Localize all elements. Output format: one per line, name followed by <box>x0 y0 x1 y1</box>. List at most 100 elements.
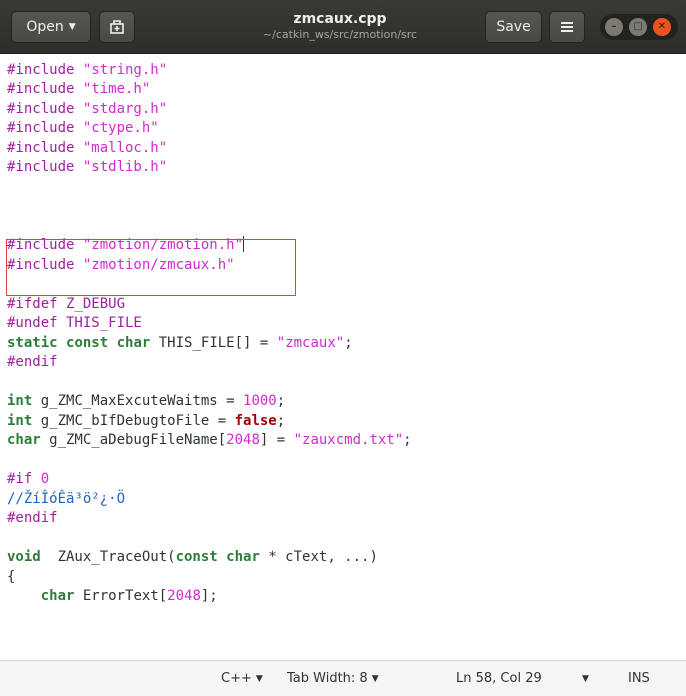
code-text[interactable]: #include "stdio.h"#include "string.h"#in… <box>7 54 412 607</box>
code-token: g_ZMC_bIfDebugtoFile = <box>32 412 235 429</box>
code-line[interactable]: #include "stdarg.h" <box>7 100 412 120</box>
code-line[interactable] <box>7 275 412 295</box>
code-token: int <box>7 393 33 409</box>
code-line[interactable]: { <box>7 568 412 588</box>
code-token: char <box>116 334 151 351</box>
code-token: static <box>7 334 58 351</box>
window-controls: – □ ✕ <box>600 14 678 40</box>
code-line[interactable]: #include "ctype.h" <box>7 119 412 139</box>
code-token: { <box>7 568 16 585</box>
hamburger-menu-icon <box>561 22 573 32</box>
code-line[interactable] <box>7 217 412 237</box>
language-label: C++ <box>221 671 252 686</box>
code-token: #include <box>7 54 83 58</box>
code-line[interactable]: #if 0 <box>7 470 412 490</box>
code-token: "string.h" <box>82 61 168 78</box>
code-token: "zmotion/zmcaux.h" <box>82 256 235 273</box>
chevron-down-icon[interactable]: ▼ <box>578 671 589 686</box>
code-token: ; <box>276 412 286 429</box>
code-line[interactable] <box>7 529 412 549</box>
insert-mode: INS <box>628 671 650 686</box>
code-line[interactable]: #include "zmotion/zmcaux.h" <box>7 256 412 276</box>
menu-button[interactable] <box>549 11 585 43</box>
code-line[interactable]: //ŽíÎóÊä³ö²¿·Ö <box>7 490 412 510</box>
code-line[interactable]: #endif <box>7 353 412 373</box>
tab-width-selector[interactable]: Tab Width: 8 ▼ <box>287 671 379 686</box>
code-token: #endif <box>7 510 58 526</box>
chevron-down-icon: ▼ <box>255 674 263 684</box>
code-token: #include <box>7 139 83 156</box>
cursor-position[interactable]: Ln 58, Col 29 <box>456 671 542 686</box>
code-line[interactable]: void ZAux_TraceOut(const char * cText, .… <box>7 548 412 568</box>
header-bar: Open ▼ zmcaux.cpp ~/catkin_ws/src/zmotio… <box>0 0 686 54</box>
code-line[interactable] <box>7 451 412 471</box>
code-line[interactable]: #undef THIS_FILE <box>7 314 412 334</box>
open-button-label: Open <box>26 19 64 35</box>
code-line[interactable] <box>7 197 412 217</box>
code-line[interactable]: char g_ZMC_aDebugFileName[2048] = "zauxc… <box>7 431 412 451</box>
code-line[interactable]: #include "string.h" <box>7 61 412 81</box>
code-token: "zmotion/zmotion.h" <box>82 237 244 253</box>
code-token: "zauxcmd.txt" <box>293 432 404 448</box>
code-line[interactable]: int g_ZMC_bIfDebugtoFile = false; <box>7 412 412 432</box>
code-token: const <box>66 334 109 351</box>
code-token: int <box>7 412 33 429</box>
code-token: ; <box>344 334 353 351</box>
maximize-icon[interactable]: □ <box>629 18 647 36</box>
new-tab-icon <box>110 20 124 34</box>
code-line[interactable]: #endif <box>7 509 412 529</box>
chevron-down-icon: ▼ <box>68 22 76 32</box>
tab-width-label: Tab Width: 8 <box>287 671 368 686</box>
code-token: #if <box>7 471 41 487</box>
code-token: #undef THIS_FILE <box>7 315 142 331</box>
code-line[interactable]: char ErrorText[2048]; <box>7 587 412 607</box>
code-token: ZAux_TraceOut( <box>40 549 176 565</box>
window-title: zmcaux.cpp <box>293 11 387 27</box>
open-button[interactable]: Open ▼ <box>11 11 91 43</box>
code-editor[interactable]: #include "stdio.h"#include "string.h"#in… <box>0 54 686 660</box>
code-line[interactable] <box>7 373 412 393</box>
code-token: #endif <box>7 354 58 370</box>
code-token: "zmcaux" <box>276 334 345 351</box>
code-token: "ctype.h" <box>82 120 159 136</box>
code-line[interactable]: #include "time.h" <box>7 80 412 100</box>
status-bar: C++ ▼ Tab Width: 8 ▼ Ln 58, Col 29 ▼ INS <box>0 660 686 696</box>
window-title-area: zmcaux.cpp ~/catkin_ws/src/zmotion/src <box>200 10 480 42</box>
language-selector[interactable]: C++ ▼ <box>221 671 263 686</box>
code-line[interactable]: #include "zmotion/zmotion.h" <box>7 236 412 256</box>
code-token: g_ZMC_aDebugFileName[ <box>40 432 227 448</box>
code-token: #include <box>7 256 83 273</box>
close-icon[interactable]: ✕ <box>653 18 671 36</box>
code-token: char <box>40 588 75 604</box>
code-token: false <box>234 412 277 429</box>
code-token: "time.h" <box>82 81 151 97</box>
code-token: ErrorText[ <box>74 588 168 604</box>
code-token: "stdlib.h" <box>82 159 168 175</box>
code-token: char <box>226 549 260 565</box>
code-token: #include <box>7 100 83 117</box>
code-token: 1000 <box>243 393 277 409</box>
code-token: const <box>175 549 218 565</box>
code-line[interactable]: #include "stdlib.h" <box>7 158 412 178</box>
code-token: #ifdef Z_DEBUG <box>7 295 126 312</box>
code-line[interactable]: static const char THIS_FILE[] = "zmcaux"… <box>7 334 412 354</box>
minimize-icon[interactable]: – <box>605 18 623 36</box>
code-line[interactable]: #include "malloc.h" <box>7 139 412 159</box>
code-token: //ŽíÎóÊä³ö²¿·Ö <box>7 490 126 507</box>
code-line[interactable]: int g_ZMC_MaxExcuteWaitms = 1000; <box>7 392 412 412</box>
code-token: ; <box>276 393 286 409</box>
code-line[interactable] <box>7 178 412 198</box>
code-token: #include <box>7 237 83 253</box>
code-token: g_ZMC_MaxExcuteWaitms = <box>32 393 244 409</box>
code-token: char <box>7 432 41 448</box>
code-token: THIS_FILE[] = <box>150 334 277 351</box>
code-token: ; <box>403 432 412 448</box>
code-token: #include <box>7 120 83 136</box>
code-line[interactable]: #ifdef Z_DEBUG <box>7 295 412 315</box>
code-token: 2048 <box>167 588 201 604</box>
save-button[interactable]: Save <box>485 11 542 43</box>
new-tab-button[interactable] <box>99 11 135 43</box>
